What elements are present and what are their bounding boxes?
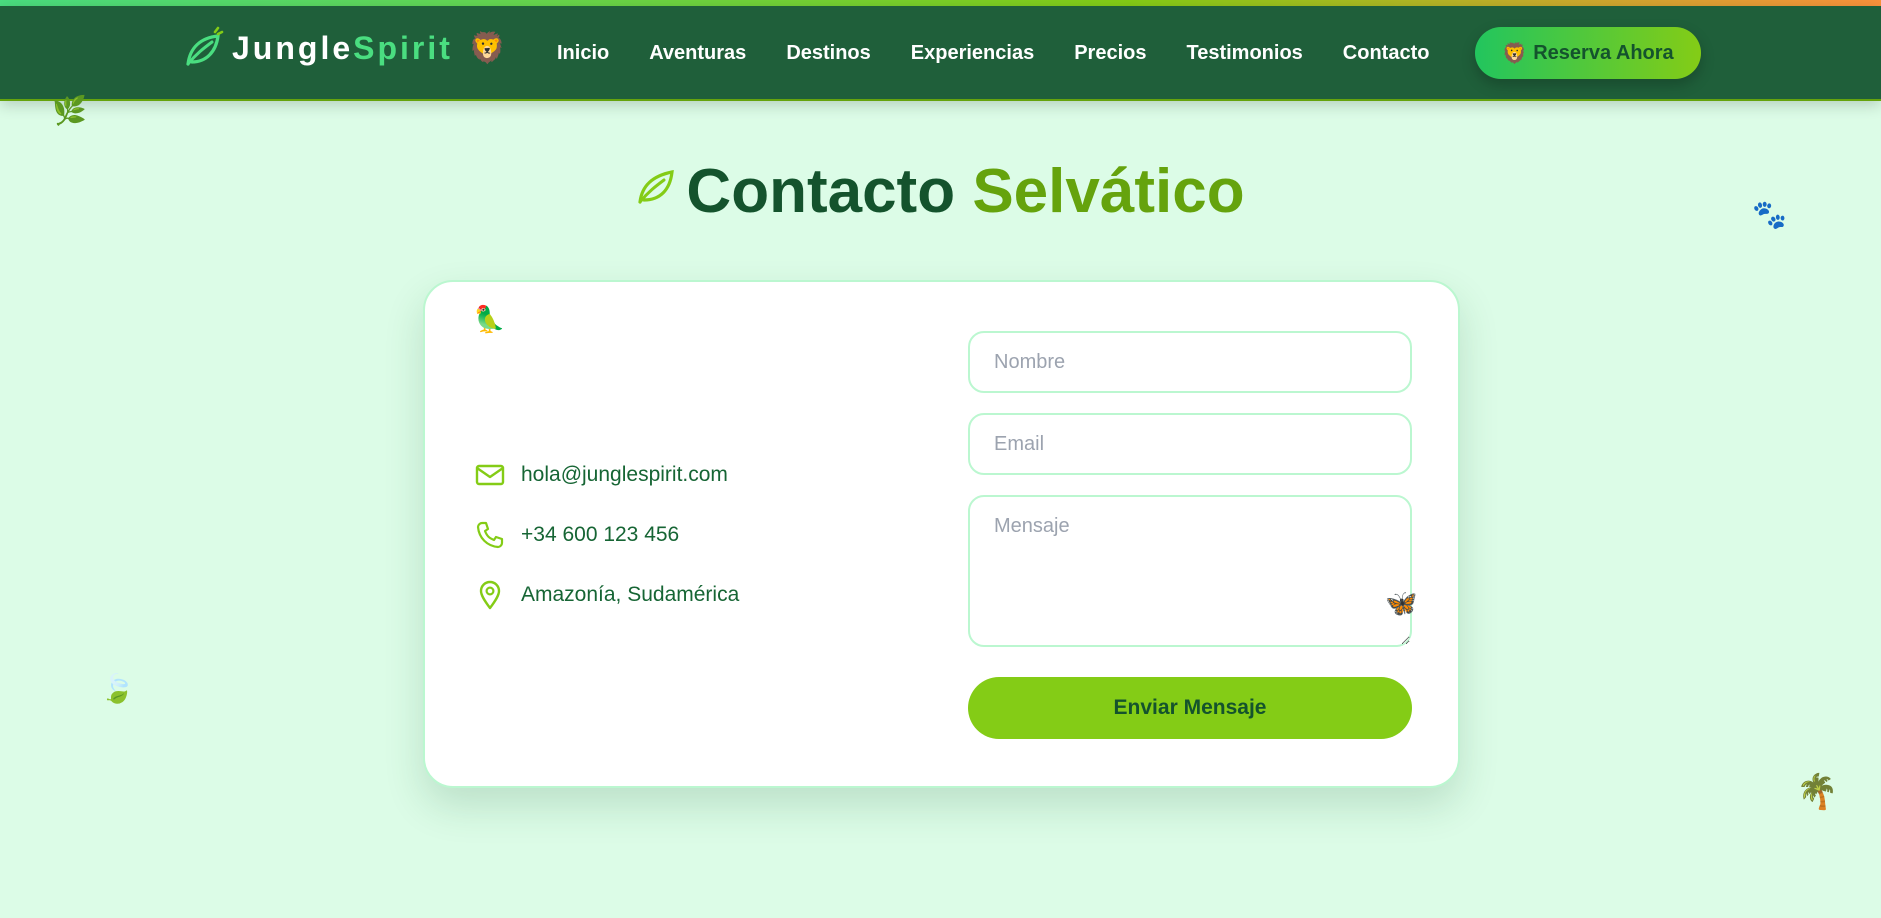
navbar: JungleSpirit 🦁 Inicio Aventuras Destinos… [0,6,1881,101]
contact-location-text: Amazonía, Sudamérica [521,583,740,606]
palm-tree-decoration-icon: 🌴 [1796,773,1839,811]
page-title: Contacto Selvático [0,150,1881,227]
email-input[interactable] [968,413,1412,475]
lion-emoji-icon: 🦁 [1502,42,1528,65]
nav-link-aventuras[interactable]: Aventuras [649,42,746,65]
nav-link-testimonios[interactable]: Testimonios [1186,42,1302,65]
lion-emoji-icon: 🦁 [468,31,507,65]
nav-link-experiencias[interactable]: Experiencias [911,42,1034,65]
map-pin-icon [475,580,505,610]
reserve-now-label: Reserva Ahora [1533,41,1674,64]
brand-logo[interactable]: JungleSpirit 🦁 [182,26,506,70]
leaf-icon [636,150,676,204]
phone-icon [475,520,505,550]
contact-card: 🦜 hola@junglespirit.com +34 600 123 456 … [423,280,1460,788]
contact-phone-text: +34 600 123 456 [521,523,680,546]
leaf-decoration-icon: 🍃 [100,673,135,704]
parrot-decoration-icon: 🦜 [473,304,506,334]
leaf-icon [182,26,224,70]
brand-name-part1: Jungle [232,29,354,66]
nav-link-destinos[interactable]: Destinos [786,42,870,65]
brand-name-part2: Spirit [353,29,453,66]
nav-link-contacto[interactable]: Contacto [1343,42,1430,65]
page-title-part2: Selvático [972,157,1245,226]
butterfly-decoration-icon: 🦋 [1385,588,1418,618]
contact-email[interactable]: hola@junglespirit.com [475,460,728,490]
nav-link-precios[interactable]: Precios [1074,42,1146,65]
brand-name: JungleSpirit [232,30,453,67]
contact-phone[interactable]: +34 600 123 456 [475,520,679,550]
nav-link-inicio[interactable]: Inicio [557,42,609,65]
name-input[interactable] [968,331,1412,393]
nav-links: Inicio Aventuras Destinos Experiencias P… [557,36,1469,70]
send-message-button[interactable]: Enviar Mensaje [968,677,1412,739]
message-textarea[interactable] [968,495,1412,647]
reserve-now-button[interactable]: 🦁 Reserva Ahora [1475,27,1701,79]
mail-icon [475,460,505,490]
contact-email-text: hola@junglespirit.com [521,463,728,486]
herb-decoration-icon: 🌿 [52,95,87,126]
contact-location: Amazonía, Sudamérica [475,580,739,610]
page-title-part1: Contacto [686,157,956,226]
